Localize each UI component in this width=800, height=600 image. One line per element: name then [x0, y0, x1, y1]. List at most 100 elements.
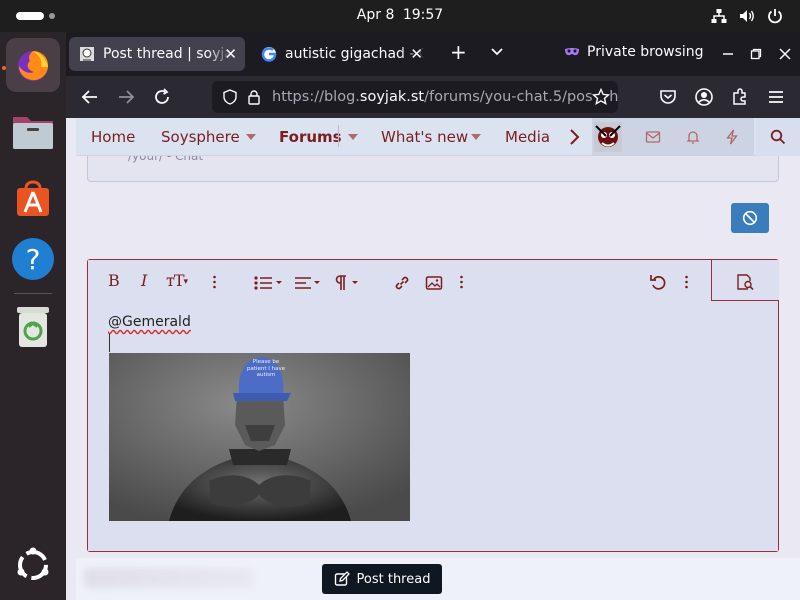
power-icon[interactable] — [766, 7, 784, 25]
dock-firefox[interactable] — [6, 38, 60, 92]
conversations-envelope-icon[interactable] — [645, 129, 661, 145]
nav-soysphere[interactable]: Soysphere — [161, 128, 240, 146]
search-icon — [770, 129, 786, 145]
clock-time: 19:57 — [402, 7, 444, 23]
nav-media[interactable]: Media — [505, 128, 550, 146]
whats-new-bolt-icon[interactable] — [724, 129, 740, 145]
dock-help[interactable]: ? — [6, 232, 60, 286]
editor-toolbar: B I тT▾ — [88, 260, 779, 301]
clock[interactable]: Apr 8 19:57 — [0, 7, 800, 23]
italic-icon[interactable]: I — [141, 271, 147, 291]
ban-icon — [742, 210, 758, 226]
dock-show-apps[interactable] — [6, 538, 60, 592]
svg-text:?: ? — [26, 243, 41, 276]
page-content: /your/ - Chat Home Soysphere Forums What… — [66, 118, 800, 600]
align-icon[interactable] — [294, 273, 322, 293]
preview-toggle-button[interactable] — [711, 260, 779, 301]
new-tab-button[interactable]: + — [450, 42, 467, 62]
show-apps-icon — [17, 547, 49, 580]
soyjak-favicon-icon — [80, 47, 94, 61]
form-footer: Post thread — [76, 558, 800, 600]
reload-icon[interactable] — [152, 87, 172, 107]
private-browsing-label: Private browsing — [587, 44, 704, 60]
paragraph-icon[interactable] — [334, 273, 362, 293]
editor-content-area[interactable]: @Gemerald Please be patient I have autis… — [88, 301, 778, 551]
tab-google-search[interactable]: autistic gigachad - Go ✕ — [251, 37, 431, 71]
minimize-icon[interactable] — [722, 48, 734, 60]
hat-text: Please be patient I have autism — [246, 359, 286, 378]
text-size-icon[interactable]: тT▾ — [166, 271, 188, 291]
tab-close-icon[interactable]: ✕ — [224, 45, 237, 63]
extensions-puzzle-icon[interactable] — [730, 87, 750, 107]
bookmark-star-icon[interactable] — [592, 88, 610, 106]
clear-prefix-button[interactable] — [731, 203, 769, 233]
trash-icon — [17, 307, 49, 347]
nav-forums[interactable]: Forums — [279, 128, 342, 146]
forward-arrow-icon[interactable] — [116, 87, 136, 107]
tab-post-thread[interactable]: Post thread | soyjak.st ✕ — [69, 37, 245, 71]
private-mask-icon — [565, 48, 579, 56]
more-text-options-icon[interactable] — [213, 275, 216, 289]
nav-scroll-right-chevron-icon[interactable] — [568, 128, 580, 146]
firefox-icon — [18, 51, 49, 81]
nav-whats-new[interactable]: What's new — [381, 128, 468, 146]
alerts-bell-icon[interactable] — [685, 129, 701, 145]
clock-date: Apr 8 — [356, 7, 395, 23]
dock-app-center[interactable] — [6, 170, 60, 224]
files-icon — [13, 117, 53, 149]
account-icon[interactable] — [694, 87, 714, 107]
insert-image-icon[interactable] — [425, 273, 443, 293]
tab-close-icon[interactable]: ✕ — [410, 45, 423, 63]
user-mention: @Gemerald — [108, 314, 191, 330]
post-thread-button[interactable]: Post thread — [322, 564, 442, 594]
url-text: https://blog.soyjak.st/forums/you-chat.5… — [272, 89, 618, 105]
tab-title: Post thread | soyjak.st — [103, 46, 231, 62]
url-domain: soyjak.st — [359, 89, 425, 105]
rich-text-editor: B I тT▾ @Gemerald Please be patient I ha… — [87, 259, 779, 552]
whats-new-dropdown-caret-icon[interactable] — [471, 134, 481, 140]
url-bar[interactable]: https://blog.soyjak.st/forums/you-chat.5… — [212, 81, 618, 113]
app-center-icon — [17, 180, 49, 216]
blurred-options — [84, 568, 254, 588]
post-thread-label: Post thread — [356, 571, 431, 587]
url-prefix: https://blog. — [272, 89, 360, 105]
embedded-image[interactable]: Please be patient I have autism — [109, 353, 410, 521]
soysphere-dropdown-caret-icon[interactable] — [246, 134, 256, 140]
volume-icon[interactable] — [738, 7, 756, 25]
dock-separator — [14, 293, 52, 294]
more-options-icon[interactable] — [685, 275, 688, 289]
google-favicon-icon — [261, 47, 277, 62]
link-icon[interactable] — [393, 273, 411, 293]
help-icon: ? — [12, 238, 54, 280]
firefox-window: Post thread | soyjak.st ✕ autistic gigac… — [66, 32, 800, 600]
undo-icon[interactable] — [649, 272, 667, 292]
dock-files[interactable] — [6, 104, 60, 158]
bold-icon[interactable]: B — [108, 271, 120, 291]
window-close-icon[interactable] — [779, 48, 791, 60]
tab-title: autistic gigachad - Go — [285, 46, 425, 62]
dock: ? — [0, 32, 66, 600]
pocket-icon[interactable] — [658, 87, 678, 107]
maximize-icon[interactable] — [750, 48, 762, 60]
user-avatar[interactable] — [594, 122, 622, 152]
list-all-tabs-icon[interactable] — [490, 44, 504, 58]
pen-square-icon — [334, 571, 350, 586]
nav-home[interactable]: Home — [91, 128, 135, 146]
system-top-bar: Apr 8 19:57 — [0, 0, 800, 32]
private-browsing-indicator: Private browsing — [564, 44, 704, 60]
hamburger-menu-icon[interactable] — [766, 87, 786, 107]
search-button[interactable] — [756, 118, 800, 156]
user-nav-icons — [592, 118, 754, 156]
site-navigation: Home Soysphere Forums What's new Media — [76, 118, 800, 156]
text-cursor — [109, 334, 110, 352]
more-insert-options-icon[interactable] — [460, 275, 463, 289]
list-icon[interactable] — [254, 273, 284, 293]
url-path: /forums/you-chat.5/post-thread — [424, 89, 618, 105]
dock-trash[interactable] — [6, 300, 60, 354]
back-arrow-icon[interactable] — [80, 87, 100, 107]
tracking-protection-shield-icon[interactable] — [222, 89, 238, 105]
forums-dropdown-caret-icon[interactable] — [348, 134, 358, 140]
lock-icon[interactable] — [247, 89, 261, 105]
nav-separator — [338, 125, 339, 147]
network-icon[interactable] — [710, 7, 728, 25]
